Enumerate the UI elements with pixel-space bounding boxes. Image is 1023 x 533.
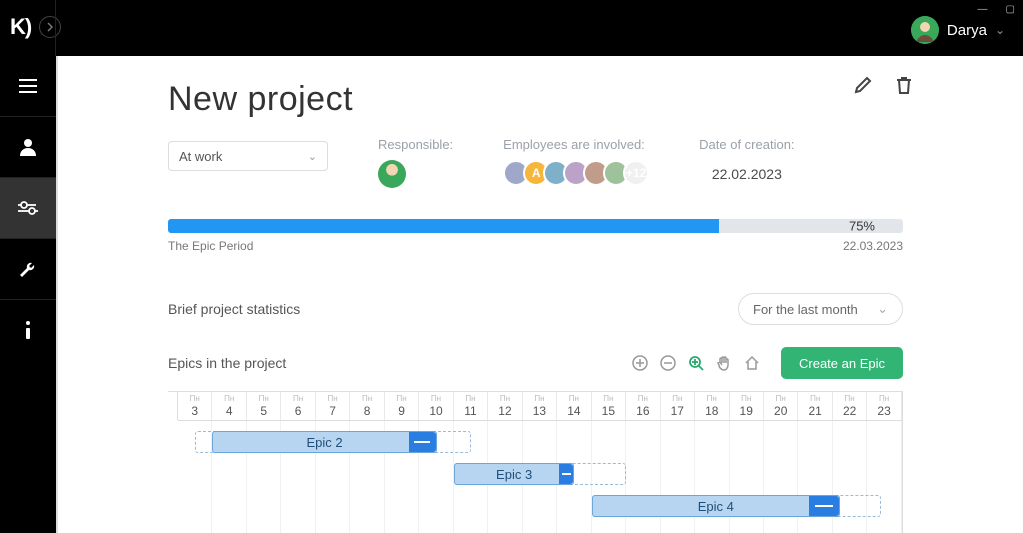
status-select[interactable]: At work ⌄	[168, 141, 328, 171]
stats-row: Brief project statistics For the last mo…	[168, 293, 903, 325]
sidebar-item-info[interactable]	[0, 300, 56, 360]
zoom-out-icon[interactable]	[659, 354, 677, 372]
gantt-day-column: Пн20	[764, 392, 798, 420]
gantt-day-column: Пн11	[454, 392, 488, 420]
creation-date: 22.02.2023	[699, 166, 794, 182]
chevron-down-icon: ⌄	[877, 301, 888, 317]
sidebar	[0, 56, 56, 533]
user-avatar	[911, 16, 939, 44]
gantt-header: Пн3Пн4Пн5Пн6Пн7Пн8Пн9Пн10Пн11Пн12Пн13Пн1…	[168, 392, 902, 420]
gantt-toolbar: Create an Epic	[631, 347, 903, 379]
progress: 75% The Epic Period 22.03.2023	[168, 219, 903, 253]
gantt-day-column: Пн16	[626, 392, 660, 420]
expand-sidebar-icon[interactable]	[39, 16, 61, 38]
gantt-day-column: Пн4	[212, 392, 246, 420]
gantt-day-column: Пн17	[661, 392, 695, 420]
epics-row: Epics in the project	[168, 347, 903, 379]
status-value: At work	[179, 149, 222, 164]
progress-percent: 75%	[849, 219, 875, 233]
window-minimize-button[interactable]: —	[978, 4, 988, 15]
chevron-down-icon: ⌄	[308, 150, 317, 163]
gantt-body: Epic 2 Epic 3 Epic 4	[178, 420, 902, 533]
gantt-task[interactable]: Epic 3	[454, 463, 575, 485]
creation-label: Date of creation:	[699, 137, 794, 152]
create-epic-button[interactable]: Create an Epic	[781, 347, 903, 379]
divider	[55, 0, 56, 56]
epics-label: Epics in the project	[168, 355, 286, 371]
progress-bar[interactable]: 75%	[168, 219, 903, 233]
gantt-task-handle[interactable]	[809, 496, 839, 516]
gantt-day-column: Пн9	[385, 392, 419, 420]
gantt-day-column: Пн5	[247, 392, 281, 420]
window-controls: — ▢	[978, 4, 1015, 15]
sidebar-item-settings[interactable]	[0, 178, 56, 238]
gantt-day-column: Пн23	[867, 392, 901, 420]
responsible-block: Responsible:	[378, 137, 453, 193]
page-title: New project	[168, 80, 903, 119]
main: New project At work ⌄ Responsible: Emplo…	[56, 56, 1023, 533]
gantt-day-column: Пн12	[488, 392, 522, 420]
gantt-day-column: Пн21	[798, 392, 832, 420]
employee-avatar-stack[interactable]: A+12	[503, 160, 649, 186]
gantt-day-column: Пн19	[730, 392, 764, 420]
delete-icon[interactable]	[895, 75, 913, 100]
employee-more-count[interactable]: +12	[623, 160, 649, 186]
hand-pan-icon[interactable]	[715, 354, 733, 372]
gantt-day-column: Пн18	[695, 392, 729, 420]
creation-block: Date of creation: 22.02.2023	[699, 137, 794, 182]
gantt-day-column: Пн15	[592, 392, 626, 420]
gantt-chart[interactable]: Пн3Пн4Пн5Пн6Пн7Пн8Пн9Пн10Пн11Пн12Пн13Пн1…	[168, 391, 903, 533]
window-maximize-button[interactable]: ▢	[1006, 4, 1015, 15]
home-icon[interactable]	[743, 354, 761, 372]
range-select[interactable]: For the last month ⌄	[738, 293, 903, 325]
gantt-day-column: Пн22	[833, 392, 867, 420]
epic-period-date: 22.03.2023	[843, 239, 903, 253]
sidebar-item-list[interactable]	[0, 56, 56, 116]
responsible-label: Responsible:	[378, 137, 453, 152]
edit-icon[interactable]	[853, 75, 873, 100]
responsible-avatar[interactable]	[378, 160, 406, 188]
sidebar-item-tools[interactable]	[0, 239, 56, 299]
gantt-task[interactable]: Epic 4	[592, 495, 840, 517]
user-menu[interactable]: Darya ⌄	[911, 16, 1005, 44]
gantt-day-column: Пн10	[419, 392, 453, 420]
employees-block: Employees are involved: A+12	[503, 137, 649, 186]
range-value: For the last month	[753, 302, 858, 317]
progress-fill	[168, 219, 719, 233]
project-meta: At work ⌄ Responsible: Employees are inv…	[168, 137, 903, 193]
employees-label: Employees are involved:	[503, 137, 649, 152]
page-actions	[853, 75, 913, 100]
logo-text: K)	[10, 14, 31, 40]
chevron-down-icon: ⌄	[995, 23, 1005, 37]
gantt-task-handle[interactable]	[559, 464, 573, 484]
zoom-in-icon[interactable]	[631, 354, 649, 372]
user-name: Darya	[947, 22, 987, 39]
gantt-day-column: Пн14	[557, 392, 591, 420]
gantt-day-column: Пн8	[350, 392, 384, 420]
epic-period-label: The Epic Period	[168, 239, 253, 253]
gantt-day-column: Пн7	[316, 392, 350, 420]
top-bar: K) — ▢ Darya ⌄	[0, 0, 1023, 56]
sidebar-item-user[interactable]	[0, 117, 56, 177]
gantt-day-column: Пн13	[523, 392, 557, 420]
gantt-task-handle[interactable]	[409, 432, 436, 452]
gantt-day-column: Пн6	[281, 392, 315, 420]
gantt-day-column: Пн3	[178, 392, 212, 420]
logo[interactable]: K)	[10, 14, 61, 40]
stats-label: Brief project statistics	[168, 301, 300, 317]
search-zoom-icon[interactable]	[687, 354, 705, 372]
gantt-task[interactable]: Epic 2	[212, 431, 436, 453]
